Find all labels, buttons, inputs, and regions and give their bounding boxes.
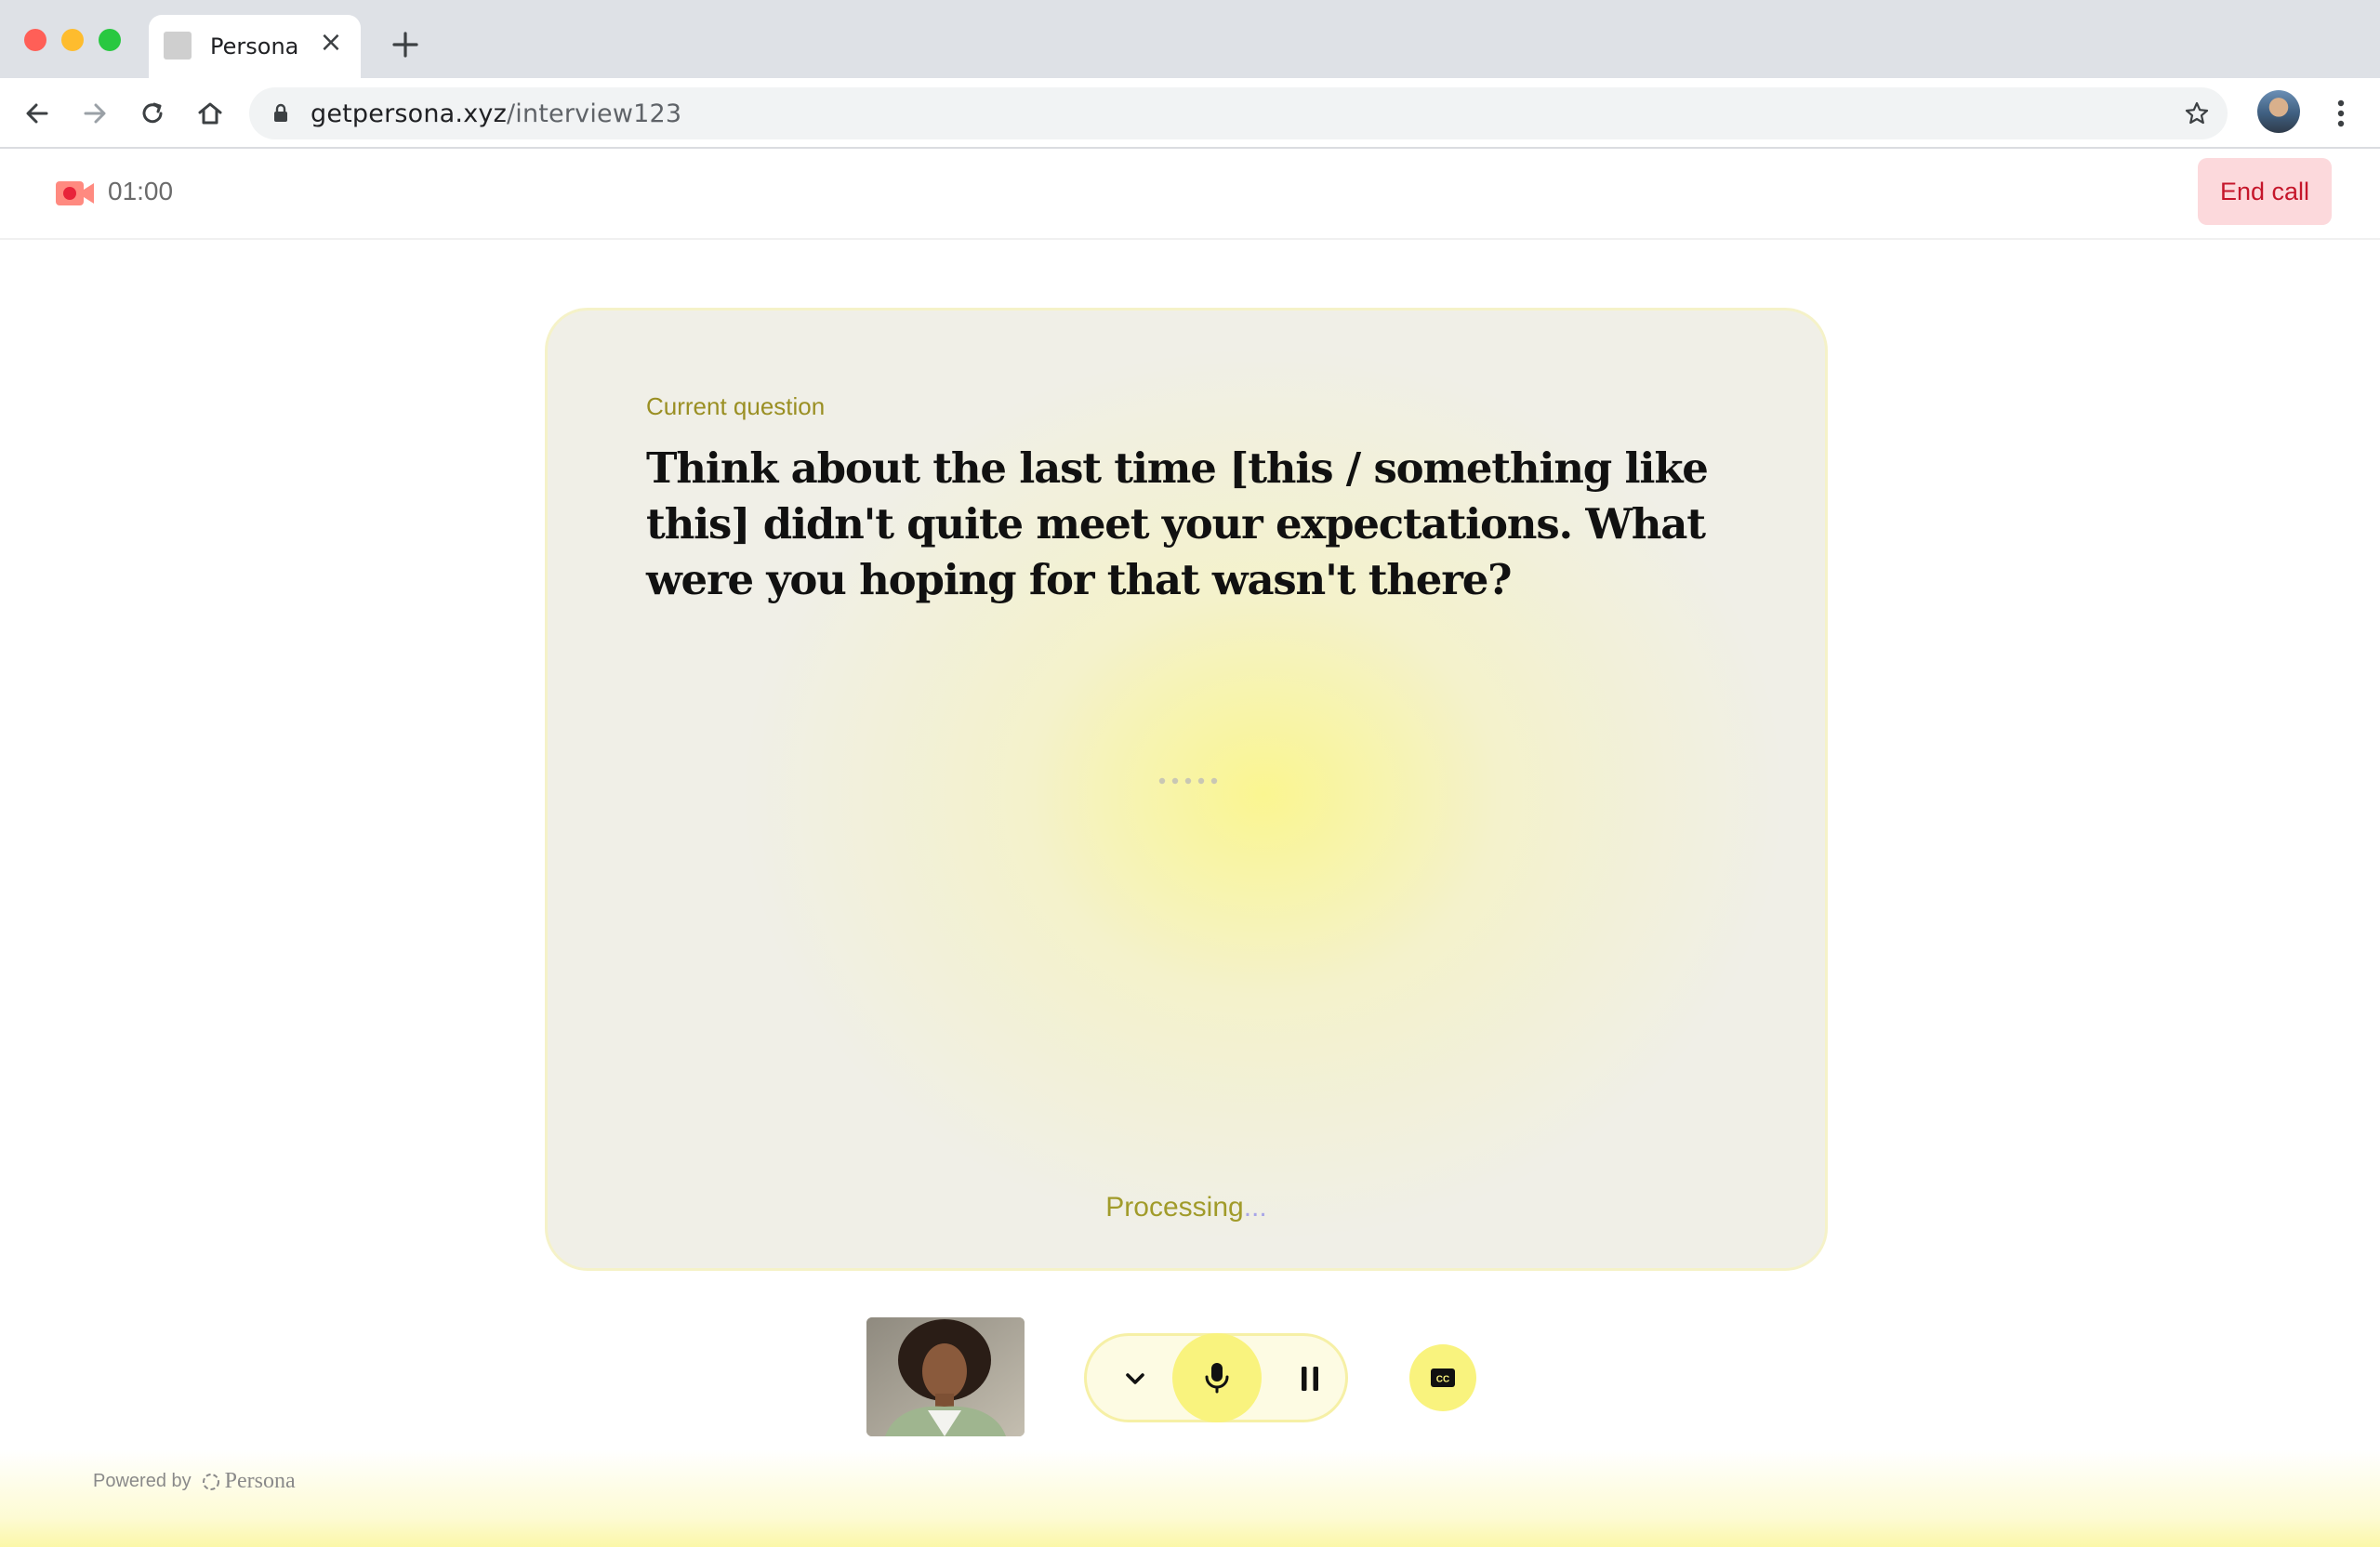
favicon-icon — [164, 32, 192, 60]
home-icon[interactable] — [193, 97, 227, 130]
call-controls — [1084, 1333, 1348, 1422]
tab-title: Persona — [210, 33, 299, 60]
bookmark-star-icon[interactable] — [2183, 99, 2211, 127]
current-question-label: Current question — [646, 392, 826, 420]
url-path: /interview123 — [506, 99, 682, 128]
back-icon[interactable] — [20, 97, 54, 130]
video-camera-icon — [56, 181, 94, 205]
address-bar[interactable]: getpersona.xyz/interview123 — [249, 87, 2228, 139]
reload-icon[interactable] — [136, 97, 169, 130]
persona-logo: Persona — [201, 1469, 296, 1494]
participant-video-image — [866, 1317, 1025, 1436]
window-close-button[interactable] — [24, 29, 46, 51]
processing-text: Processing — [1105, 1192, 1244, 1223]
browser-menu-icon[interactable] — [2324, 95, 2358, 132]
powered-by-text: Powered by — [93, 1471, 192, 1491]
question-text: Think about the last time [this / someth… — [646, 443, 1709, 604]
browser-tab-bar: Persona × — [0, 0, 2380, 78]
url-text: getpersona.xyz/interview123 — [311, 99, 681, 128]
persona-logo-icon — [202, 1473, 219, 1490]
end-call-button[interactable]: End call — [2198, 158, 2332, 225]
call-timer: 01:00 — [108, 177, 174, 205]
persona-brand-text: Persona — [224, 1469, 296, 1493]
pause-icon[interactable] — [1291, 1360, 1329, 1397]
url-domain: getpersona.xyz — [311, 99, 507, 128]
forward-icon[interactable] — [78, 97, 112, 130]
window-minimize-button[interactable] — [61, 29, 84, 51]
browser-tab[interactable]: Persona × — [149, 15, 361, 78]
microphone-icon — [1205, 1363, 1229, 1394]
processing-ellipsis: ... — [1243, 1192, 1267, 1223]
powered-by: Powered by Persona — [93, 1469, 296, 1494]
self-video-preview — [866, 1317, 1025, 1436]
question-card: Current question Think about the last ti… — [545, 308, 1828, 1271]
processing-status: Processing... — [548, 1192, 1825, 1223]
footer-glow — [0, 1450, 2380, 1547]
tab-close-icon[interactable]: × — [316, 28, 346, 58]
closed-captions-icon: CC — [1431, 1368, 1455, 1387]
loading-dots-icon — [1158, 777, 1218, 785]
new-tab-icon[interactable] — [387, 26, 424, 63]
microphone-button[interactable] — [1172, 1333, 1262, 1422]
svg-text:CC: CC — [1436, 1375, 1449, 1385]
chevron-down-icon[interactable] — [1115, 1358, 1156, 1399]
browser-toolbar: getpersona.xyz/interview123 — [0, 78, 2380, 149]
lock-icon — [274, 103, 287, 122]
window-maximize-button[interactable] — [99, 29, 121, 51]
captions-button[interactable]: CC — [1409, 1344, 1476, 1411]
app-header: 01:00 End call — [0, 149, 2380, 240]
profile-avatar[interactable] — [2257, 90, 2300, 133]
